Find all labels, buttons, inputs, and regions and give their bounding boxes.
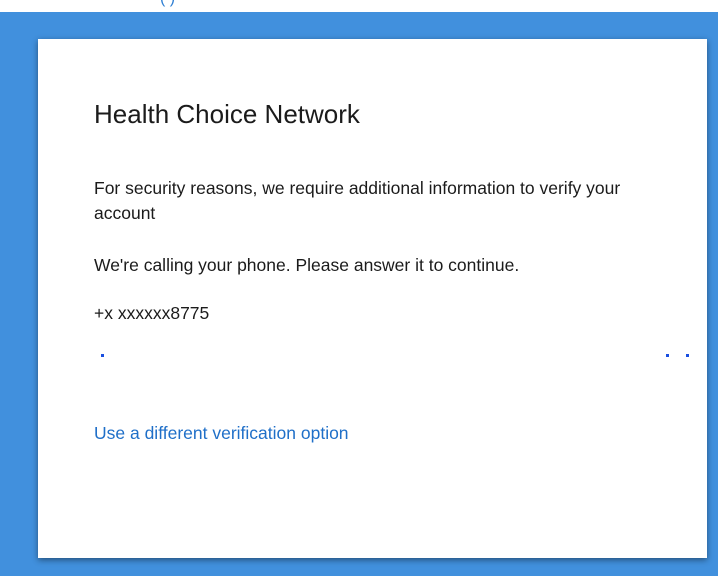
top-strip: ( ) [0, 0, 718, 12]
organization-name: Health Choice Network [94, 99, 360, 129]
top-strip-partial-text: ( ) [160, 0, 175, 9]
security-message: For security reasons, we require additio… [94, 178, 621, 223]
progress-dot [666, 354, 669, 357]
progress-dot [686, 354, 689, 357]
progress-dot [101, 354, 104, 357]
phone-number: +x xxxxxx8775 [94, 303, 210, 323]
call-status-message: We're calling your phone. Please answer … [94, 255, 520, 275]
verification-card: Health Choice Network For security reaso… [38, 39, 707, 558]
different-verification-option-link[interactable]: Use a different verification option [94, 421, 349, 445]
